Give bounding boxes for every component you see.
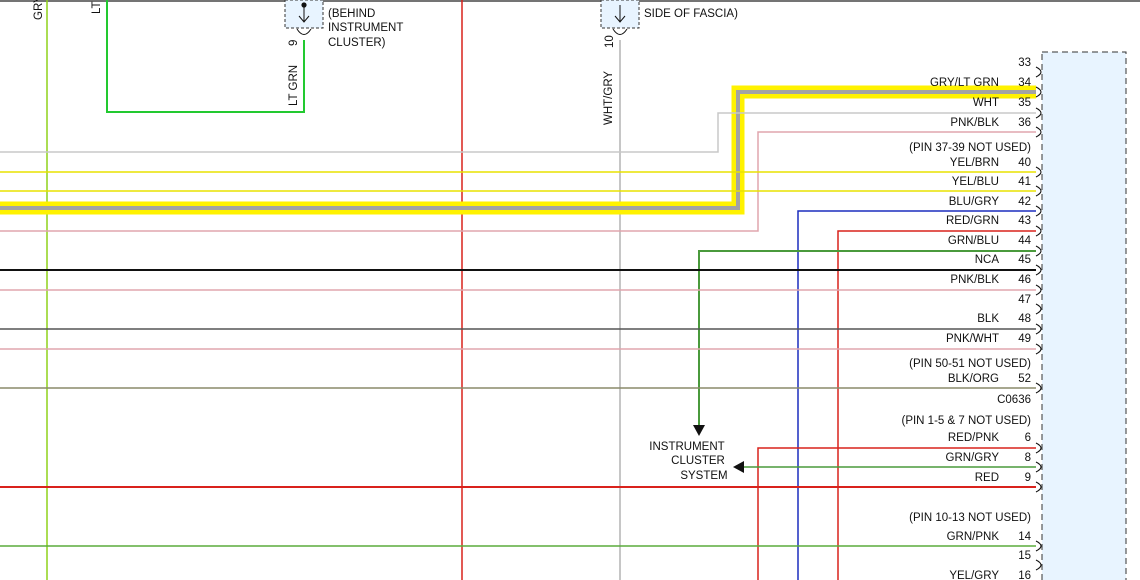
destination-line-2: CLUSTER	[671, 455, 725, 467]
wire-pnk-blk-36	[0, 131, 1036, 232]
pin-wire-color-label: GRY/LT GRN	[930, 77, 999, 89]
connector-note-2: SIDE OF FASCIA)	[644, 8, 738, 20]
pin-wire-color-label: PNK/BLK	[950, 117, 999, 129]
pin-number-label: 34	[1018, 77, 1031, 89]
pin-wire-color-label: RED	[975, 472, 999, 484]
pin-wire-color-label: GRN/PNK	[947, 531, 1000, 543]
pin-number-label: 46	[1018, 274, 1031, 286]
pin-number-label: 47	[1018, 294, 1031, 306]
pin-number-label: 49	[1018, 333, 1031, 345]
pin-wire-color-label: RED/PNK	[948, 432, 999, 444]
pin-wire-color-label: NCA	[975, 254, 1000, 266]
connector-top-1-pin-cup	[296, 28, 312, 35]
pin-wire-color-label: PNK/BLK	[950, 274, 999, 286]
pin-note: (PIN 37-39 NOT USED)	[909, 142, 1031, 154]
pin-wire-color-label: PNK/WHT	[946, 333, 999, 345]
pin-note: (PIN 1-5 & 7 NOT USED)	[901, 415, 1031, 427]
pin-number-label: 43	[1018, 215, 1031, 227]
pin-number-label: 41	[1018, 176, 1031, 188]
pin-number-label: 9	[1025, 472, 1031, 484]
pin-number-label: 16	[1018, 570, 1031, 580]
destination-line-3: SYSTEM	[680, 470, 727, 482]
connector-note-1-line-3: CLUSTER)	[328, 37, 386, 49]
wiring-diagram: GRY LT (BEHIND INSTRUMENT CLUSTER) SIDE …	[0, 0, 1140, 580]
wire-label-lt-grn: LT GRN	[288, 65, 300, 106]
pin-number-label: 44	[1018, 235, 1031, 247]
wire-label-lt-top: LT	[91, 1, 103, 14]
pin-label-9-top: 9	[288, 40, 300, 46]
wire-label-gry-top: GRY	[33, 0, 45, 20]
pin-label-10-top: 10	[604, 35, 616, 48]
arrow-left-icon	[733, 461, 744, 473]
pin-wire-color-label: BLK	[977, 313, 999, 325]
pin-number-label: 36	[1018, 117, 1031, 129]
pin-number-label: 52	[1018, 373, 1031, 385]
pin-wire-color-label: WHT	[973, 97, 999, 109]
pin-wire-color-label: GRN/BLU	[948, 235, 999, 247]
connector-note-1-line-1: (BEHIND	[328, 8, 375, 20]
pin-wire-color-label: RED/GRN	[946, 215, 999, 227]
pin-number-label: 14	[1018, 531, 1031, 543]
wire-lt-grn-loop	[106, 0, 305, 113]
pin-labels: 33 GRY/LT GRN 34 WHT 35 PNK/BLK 36 (PIN 37-39 N…	[901, 57, 1031, 580]
pin-number-label: 48	[1018, 313, 1031, 325]
wiring-diagram-svg: GRY LT (BEHIND INSTRUMENT CLUSTER) SIDE …	[0, 0, 1140, 580]
pin-number-label: 8	[1025, 452, 1031, 464]
pin-note: (PIN 10-13 NOT USED)	[909, 512, 1031, 524]
connector-c0636-body	[1041, 51, 1127, 580]
pin-note: (PIN 50-51 NOT USED)	[909, 358, 1031, 370]
arrow-down-icon	[693, 425, 705, 436]
pin-wire-color-label: YEL/BRN	[950, 157, 999, 169]
pin-number-label: 35	[1018, 97, 1031, 109]
connector-note-1-line-2: INSTRUMENT	[328, 22, 403, 34]
wire-label-wht-gry: WHT/GRY	[603, 71, 615, 125]
pin-number-label: 45	[1018, 254, 1031, 266]
destination-line-1: INSTRUMENT	[649, 441, 724, 453]
pin-wire-color-label: YEL/BLU	[952, 176, 999, 188]
pin-number-label: 40	[1018, 157, 1031, 169]
pin-wire-color-label: BLK/ORG	[948, 373, 999, 385]
connector-top-2-pin-cup	[612, 28, 628, 35]
pin-terminals	[1035, 66, 1042, 571]
pin-number-label: 15	[1018, 550, 1031, 562]
pin-number-label: 42	[1018, 196, 1031, 208]
pin-wire-color-label: YEL/GRY	[949, 570, 999, 580]
pin-wire-color-label: BLU/GRY	[949, 196, 1000, 208]
pin-number-label: 6	[1025, 432, 1031, 444]
connector-name: C0636	[997, 394, 1031, 406]
pin-number-label: 33	[1018, 57, 1031, 69]
pin-wire-color-label: GRN/GRY	[946, 452, 1000, 464]
